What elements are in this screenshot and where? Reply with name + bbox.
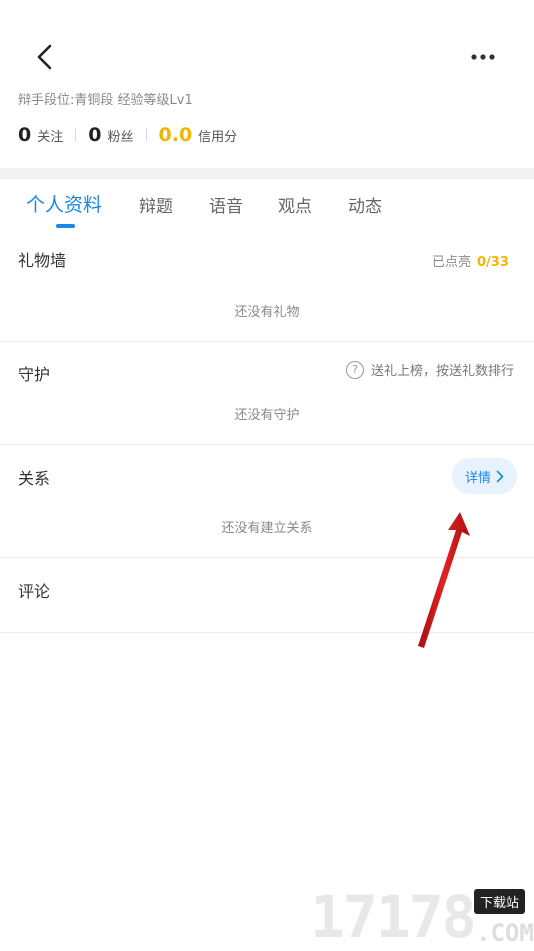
more-options-button[interactable]: [464, 44, 502, 70]
section-separator: [0, 168, 534, 179]
chevron-right-icon: [496, 470, 504, 482]
watermark-tag: 下载站: [474, 889, 526, 914]
profile-stats: 0 关注 0 粉丝 0.0 信用分: [18, 124, 237, 146]
gift-lit-count: 0/33: [477, 255, 509, 270]
gift-wall-empty: 还没有礼物: [234, 305, 300, 320]
tab-topics[interactable]: 辩题: [139, 192, 173, 217]
stat-following-label: 关注: [37, 130, 64, 145]
stat-credit-label: 信用分: [198, 130, 238, 145]
comments-title: 评论: [18, 582, 51, 601]
tab-profile[interactable]: 个人资料: [26, 190, 102, 217]
gift-lit-status: 已点亮 0/33: [432, 251, 509, 270]
stat-credit-value: 0.0: [158, 124, 193, 146]
stat-fans[interactable]: 0 粉丝: [88, 124, 133, 146]
question-icon: ?: [346, 360, 364, 379]
back-button[interactable]: [28, 40, 62, 74]
watermark-digits: 17178: [310, 883, 477, 951]
relations-detail-button[interactable]: 详情: [452, 458, 517, 494]
tab-voice[interactable]: 语音: [209, 192, 243, 217]
divider: [0, 341, 534, 342]
watermark-suffix: .COM: [476, 919, 534, 947]
divider: [0, 444, 534, 445]
stat-divider: [145, 128, 147, 142]
active-tab-indicator: [56, 224, 75, 228]
profile-tabs: 个人资料 辩题 语音 观点 动态: [0, 180, 534, 232]
rank-and-level: 辩手段位:青铜段 经验等级Lv1: [18, 93, 193, 108]
tab-opinions[interactable]: 观点: [278, 192, 312, 217]
annotation-arrow: [418, 512, 470, 648]
stat-fans-label: 粉丝: [107, 130, 134, 145]
guard-hint-text: 送礼上榜，按送礼数排行: [371, 364, 515, 379]
relations-detail-label: 详情: [464, 470, 491, 486]
relations-title: 关系: [18, 469, 51, 488]
stat-divider: [75, 128, 77, 142]
gift-lit-label: 已点亮: [432, 255, 472, 270]
guard-title: 守护: [18, 365, 51, 384]
stat-following-value: 0: [18, 124, 32, 146]
site-watermark: 17178 下载站 .COM: [306, 885, 534, 950]
chevron-left-icon: [37, 44, 52, 70]
guard-hint[interactable]: ? 送礼上榜，按送礼数排行: [346, 360, 514, 379]
guard-empty: 还没有守护: [234, 408, 300, 423]
tab-activity[interactable]: 动态: [348, 192, 382, 217]
stat-credit[interactable]: 0.0 信用分: [159, 124, 238, 146]
gift-wall-title: 礼物墙: [18, 251, 67, 270]
stat-fans-value: 0: [88, 124, 102, 146]
more-dots-icon: [471, 54, 495, 60]
stat-following[interactable]: 0 关注: [18, 124, 63, 146]
